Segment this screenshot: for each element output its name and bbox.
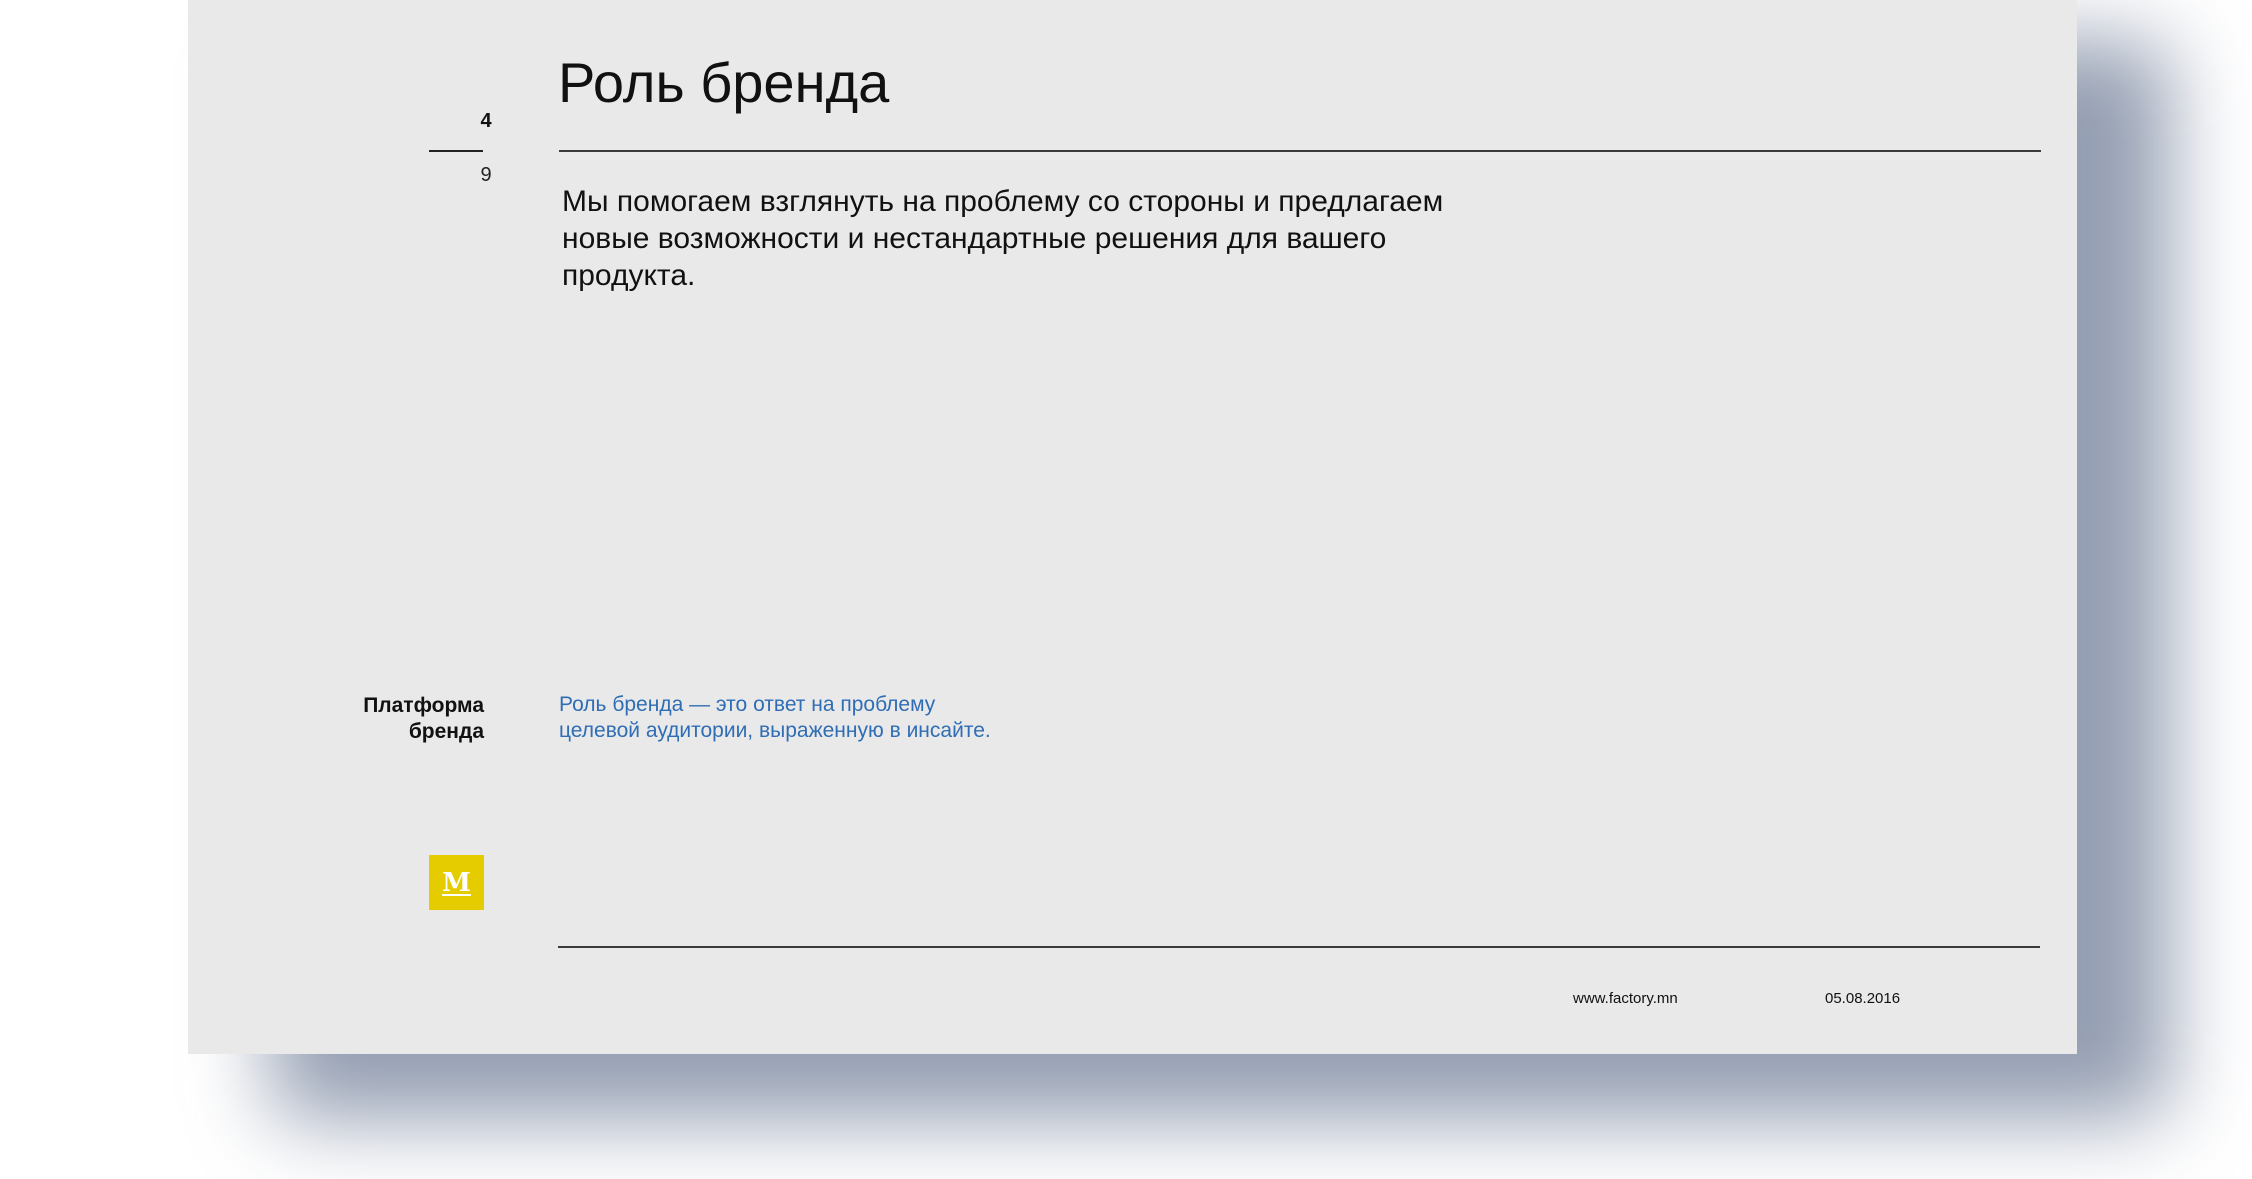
brand-logo-letter: M — [442, 867, 471, 898]
section-label-line2: бренда — [408, 720, 484, 743]
brand-logo: M — [429, 855, 484, 910]
page-number-current: 4 — [480, 110, 492, 132]
stage: 4 9 Роль бренда Мы помогаем взглянуть на… — [0, 0, 2252, 1179]
page-number-total: 9 — [480, 164, 492, 186]
section-label: Платформа бренда — [288, 693, 484, 745]
footer-date: 05.08.2016 — [1825, 990, 1901, 1007]
lead-text: Мы помогаем взглянуть на проблему со сто… — [562, 185, 1444, 292]
footer-divider — [558, 946, 2040, 948]
section-label-line1: Платформа — [363, 694, 484, 717]
definition-note-line2: целевой аудитории, выраженную в инсайте. — [559, 719, 991, 742]
title-divider — [559, 150, 2041, 152]
definition-note: Роль бренда — это ответ на проблему целе… — [559, 692, 1259, 744]
page-number-divider — [429, 150, 483, 152]
definition-note-line1: Роль бренда — это ответ на проблему — [559, 693, 936, 716]
slide-title: Роль бренда — [558, 51, 890, 114]
footer-url: www.factory.mn — [1573, 990, 1678, 1007]
slide: 4 9 Роль бренда Мы помогаем взглянуть на… — [188, 0, 2077, 1054]
